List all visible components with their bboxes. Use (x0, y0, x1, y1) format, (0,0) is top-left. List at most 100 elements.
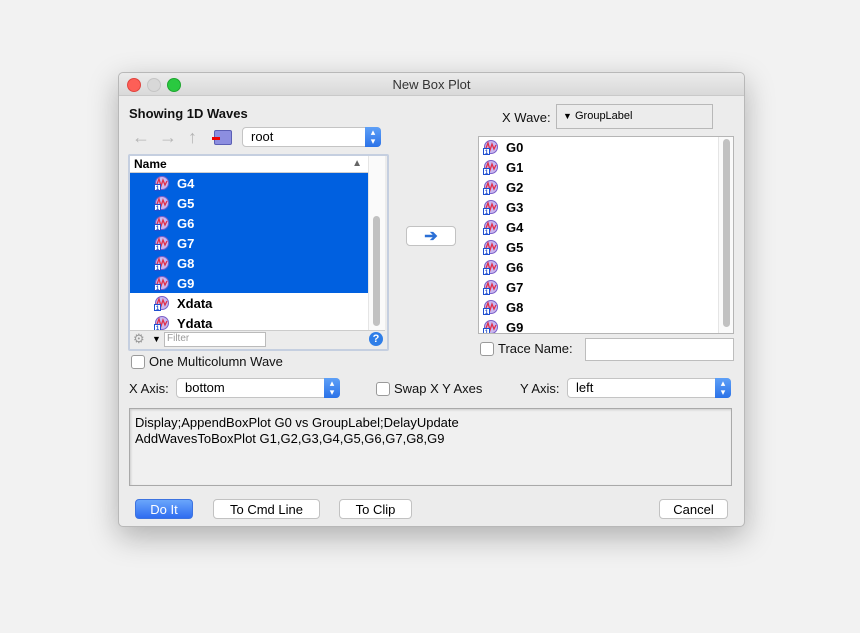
folder-value: root (251, 129, 274, 144)
wave-1d-icon: 1 (483, 260, 498, 275)
to-cmd-line-button[interactable]: To Cmd Line (213, 499, 320, 519)
to-clip-button[interactable]: To Clip (339, 499, 412, 519)
selected-wave-item[interactable]: 1 G6 (479, 257, 719, 277)
x-axis-value: bottom (185, 380, 225, 395)
wave-name: G8 (506, 300, 524, 315)
up-arrow-icon[interactable]: ↑ (188, 128, 197, 146)
selected-wave-item[interactable]: 1 G7 (479, 277, 719, 297)
wave-browser-item[interactable]: 1 Xdata (130, 293, 368, 313)
wave-1d-icon: 1 (483, 300, 498, 315)
selected-waves-list[interactable]: 1 G0 1 G1 1 G2 1 G3 1 G4 1 G5 1 G6 1 G7 1 G8 1 G9 (478, 136, 734, 334)
wave-1d-icon: 1 (154, 216, 169, 231)
right-arrow-icon: ➔ (424, 228, 438, 245)
x-wave-value: GroupLabel (574, 110, 633, 122)
help-icon[interactable]: ? (369, 332, 383, 346)
wave-name: G0 (506, 140, 524, 155)
trace-name-label: Trace Name: (498, 341, 573, 356)
wave-browser-item[interactable]: 1 G5 (130, 193, 368, 213)
y-axis-label: Y Axis: (520, 381, 560, 396)
x-axis-select[interactable]: bottom ▴ ▾ (176, 378, 340, 398)
selected-wave-item[interactable]: 1 G3 (479, 197, 719, 217)
wave-browser-list[interactable]: Name ▲ 1 G4 1 G5 1 G6 1 G7 1 G8 1 G9 1 Xdata 1 Ydata ⚙ … (130, 156, 385, 347)
x-axis-label: X Axis: (129, 381, 169, 396)
swap-axes-checkbox[interactable] (376, 382, 390, 396)
filter-placeholder: Filter (167, 333, 190, 344)
selected-wave-item[interactable]: 1 G9 (479, 317, 719, 334)
gear-icon[interactable]: ⚙ (133, 331, 145, 347)
wave-1d-icon: 1 (483, 140, 498, 155)
folder-select[interactable]: root ▴ ▾ (242, 127, 381, 147)
wave-browser-item[interactable]: 1 G9 (130, 273, 368, 293)
filter-input[interactable]: Filter (164, 332, 266, 347)
wave-name: G8 (177, 256, 195, 271)
wave-name: G7 (177, 236, 195, 251)
do-it-button[interactable]: Do It (135, 499, 193, 519)
wave-name: G5 (506, 240, 524, 255)
window-title: New Box Plot (392, 77, 471, 92)
wave-name: G4 (177, 176, 195, 191)
selected-wave-item[interactable]: 1 G0 (479, 137, 719, 157)
wave-1d-icon: 1 (154, 316, 169, 331)
title-bar: New Box Plot (119, 73, 744, 96)
swap-axes-label: Swap X Y Axes (394, 381, 483, 396)
wave-name: G5 (177, 196, 195, 211)
stepper-icon: ▴ ▾ (324, 378, 340, 398)
wave-name: G3 (506, 200, 524, 215)
wave-1d-icon: 1 (483, 240, 498, 255)
y-axis-value: left (576, 380, 594, 395)
wave-name: Xdata (177, 296, 213, 311)
wave-1d-icon: 1 (154, 276, 169, 291)
wave-name: G4 (506, 220, 524, 235)
command-line-1: Display;AppendBoxPlot G0 vs GroupLabel;D… (135, 415, 459, 430)
wave-browser-item[interactable]: 1 G4 (130, 173, 368, 193)
trace-name-checkbox[interactable] (480, 342, 494, 356)
wave-1d-icon: 1 (483, 280, 498, 295)
wave-name: G2 (506, 180, 524, 195)
wave-name: G9 (506, 320, 524, 334)
wave-browser-frame: Name ▲ 1 G4 1 G5 1 G6 1 G7 1 G8 1 G9 1 Xdata 1 Ydata ⚙ … (128, 154, 389, 351)
wave-name: G1 (506, 160, 524, 175)
wave-name: G6 (177, 216, 195, 231)
wave-1d-icon: 1 (483, 320, 498, 333)
stepper-icon: ▴ ▾ (365, 127, 381, 147)
wave-browser-item[interactable]: 1 G7 (130, 233, 368, 253)
selected-wave-item[interactable]: 1 G4 (479, 217, 719, 237)
wave-1d-icon: 1 (154, 196, 169, 211)
new-box-plot-dialog: New Box Plot Showing 1D Waves ← → ↑ root… (118, 72, 745, 527)
dropdown-triangle-icon: ▼ (563, 111, 572, 121)
command-preview[interactable]: Display;AppendBoxPlot G0 vs GroupLabel;D… (129, 408, 732, 486)
wave-browser-item[interactable]: 1 G6 (130, 213, 368, 233)
right-scroll-thumb[interactable] (723, 139, 730, 327)
wave-name: G9 (177, 276, 195, 291)
wave-1d-icon: 1 (483, 160, 498, 175)
one-multicolumn-label: One Multicolumn Wave (149, 354, 283, 369)
selected-wave-item[interactable]: 1 G5 (479, 237, 719, 257)
left-scroll-thumb[interactable] (373, 216, 380, 326)
wave-browser-item[interactable]: 1 G8 (130, 253, 368, 273)
x-wave-select[interactable]: ▼ GroupLabel (556, 104, 713, 129)
chevron-down-icon[interactable]: ▼ (152, 331, 161, 347)
showing-waves-label: Showing 1D Waves (129, 106, 248, 121)
wave-name: Ydata (177, 316, 213, 331)
x-wave-label: X Wave: (502, 110, 551, 125)
right-scrollbar[interactable] (718, 137, 733, 333)
selected-wave-item[interactable]: 1 G8 (479, 297, 719, 317)
cancel-button[interactable]: Cancel (659, 499, 728, 519)
wave-1d-icon: 1 (154, 256, 169, 271)
add-arrow-button[interactable]: ➔ (406, 226, 456, 246)
column-header-name[interactable]: Name ▲ (130, 156, 368, 173)
forward-arrow-icon[interactable]: → (159, 128, 177, 146)
y-axis-select[interactable]: left ▴ ▾ (567, 378, 731, 398)
wave-name: G6 (506, 260, 524, 275)
wave-1d-icon: 1 (483, 220, 498, 235)
wave-1d-icon: 1 (483, 180, 498, 195)
one-multicolumn-checkbox[interactable] (131, 355, 145, 369)
selected-wave-item[interactable]: 1 G2 (479, 177, 719, 197)
wave-1d-icon: 1 (154, 296, 169, 311)
trace-name-input[interactable] (585, 338, 734, 361)
browse-folder-icon[interactable] (212, 130, 232, 145)
selected-wave-item[interactable]: 1 G1 (479, 157, 719, 177)
left-scrollbar[interactable] (368, 156, 385, 330)
wave-1d-icon: 1 (154, 236, 169, 251)
back-arrow-icon[interactable]: ← (132, 128, 150, 146)
